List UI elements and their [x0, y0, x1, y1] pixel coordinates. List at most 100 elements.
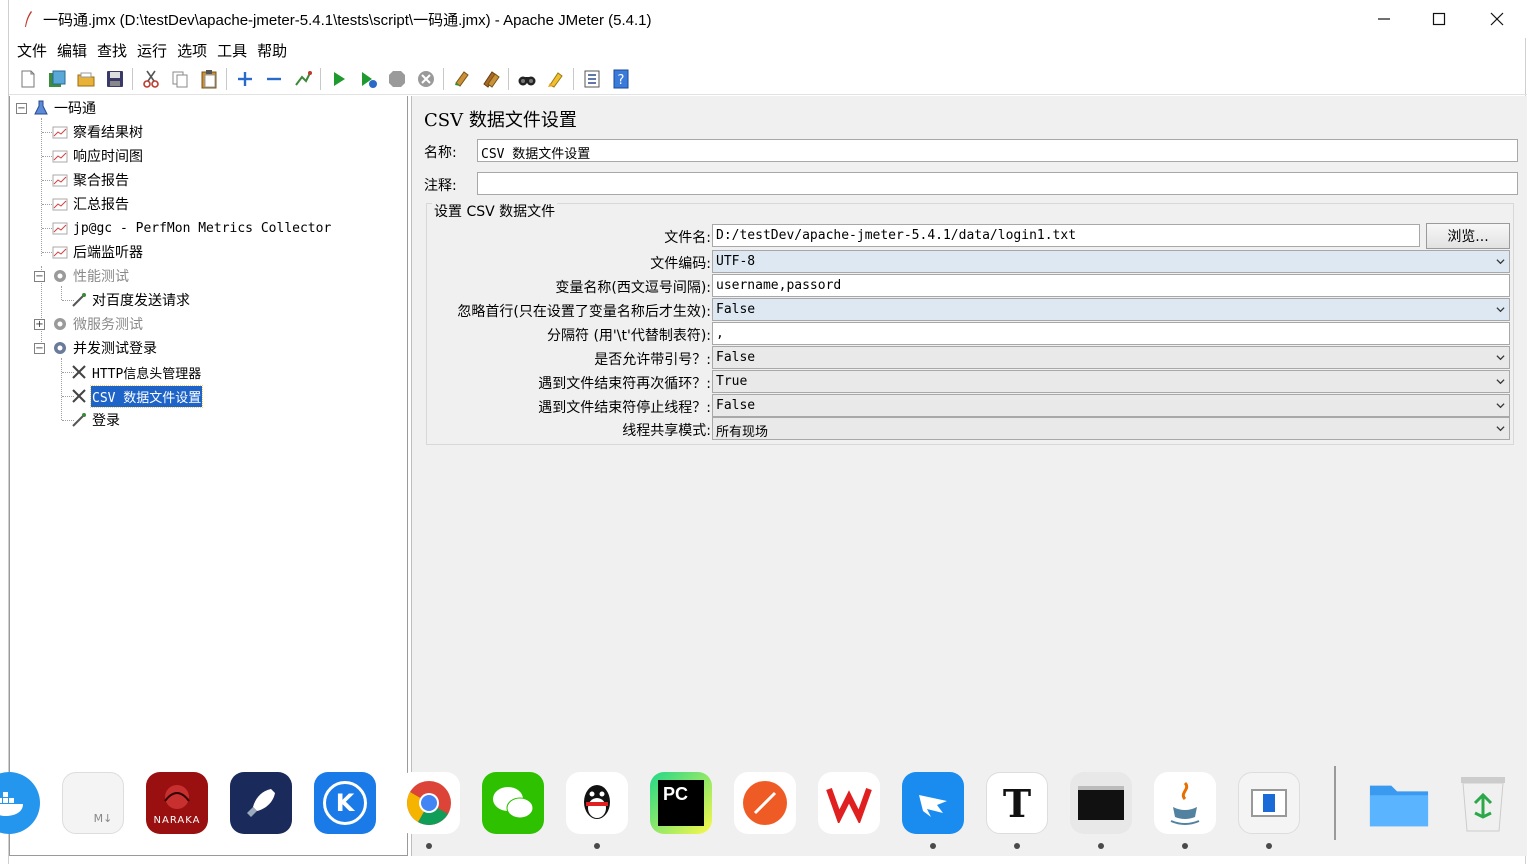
tree-node-sampler[interactable]: 登录: [70, 409, 121, 431]
tree-node-listener[interactable]: 聚合报告: [51, 169, 130, 191]
menu-run[interactable]: 运行: [132, 40, 172, 61]
browse-button[interactable]: 浏览...: [1426, 223, 1510, 249]
wrench-icon: [70, 363, 88, 381]
markdown-file-icon[interactable]: M↓: [62, 772, 124, 834]
java-icon[interactable]: [1154, 772, 1216, 834]
tree-node-listener[interactable]: 汇总报告: [51, 193, 130, 215]
start-no-pause-icon[interactable]: [353, 66, 382, 92]
wechat-icon[interactable]: [482, 772, 544, 834]
cut-icon[interactable]: [136, 66, 165, 92]
collapse-icon[interactable]: [259, 66, 288, 92]
tree-connector: [61, 358, 62, 420]
dingtalk-icon[interactable]: [902, 772, 964, 834]
tree-node-thread-group[interactable]: 并发测试登录: [51, 337, 158, 359]
filename-field[interactable]: D:/testDev/apache-jmeter-5.4.1/data/logi…: [712, 224, 1420, 247]
variable-names-field[interactable]: username,passord: [712, 274, 1510, 297]
tree-connector: [41, 118, 42, 256]
recycle-bin-icon[interactable]: [1452, 772, 1514, 834]
pycharm-icon[interactable]: PC: [650, 772, 712, 834]
start-icon[interactable]: [324, 66, 353, 92]
expand-icon[interactable]: [230, 66, 259, 92]
panel-title: CSV 数据文件设置: [424, 110, 577, 131]
csv-group-title: 设置 CSV 数据文件: [432, 201, 558, 221]
stop-icon[interactable]: [382, 66, 411, 92]
sharing-mode-combo[interactable]: 所有现场: [712, 417, 1510, 440]
minimize-icon[interactable]: [1355, 0, 1413, 38]
wrench-icon: [70, 387, 88, 405]
postman-icon[interactable]: [734, 772, 796, 834]
maximize-icon[interactable]: [1410, 0, 1468, 38]
search-icon[interactable]: [512, 66, 541, 92]
templates-icon[interactable]: [42, 66, 71, 92]
delimiter-field[interactable]: ,: [712, 322, 1510, 345]
toggle-icon[interactable]: [288, 66, 317, 92]
collapse-toggle[interactable]: −: [16, 103, 27, 114]
clear-icon[interactable]: [447, 66, 476, 92]
tree-node-thread-group[interactable]: 微服务测试: [51, 313, 144, 335]
menu-tools[interactable]: 工具: [212, 40, 252, 61]
tree-node-root[interactable]: 一码通: [32, 97, 97, 119]
tree-node-label: HTTP信息头管理器: [92, 366, 202, 382]
reset-search-icon[interactable]: [541, 66, 570, 92]
open-icon[interactable]: [71, 66, 100, 92]
jmeter-feather-icon: [21, 10, 35, 28]
help-icon[interactable]: ?: [606, 66, 635, 92]
menu-file[interactable]: 文件: [12, 40, 52, 61]
tree-node-listener[interactable]: 后端监听器: [51, 241, 144, 263]
tree-node-label: 察看结果树: [73, 125, 143, 141]
shutdown-icon[interactable]: [411, 66, 440, 92]
window-app-icon[interactable]: [1238, 772, 1300, 834]
docker-icon[interactable]: [0, 772, 40, 834]
copy-icon[interactable]: [165, 66, 194, 92]
tree-node-listener[interactable]: jp@gc - PerfMon Metrics Collector: [51, 217, 332, 239]
test-plan-tree: − 一码通 察看结果树 响应时间图 聚合报告 汇总报告 jp@gc - Perf…: [9, 96, 408, 856]
terminal-icon[interactable]: [1070, 772, 1132, 834]
ignore-first-line-label: 忽略首行(只在设置了变量名称后才生效):: [457, 304, 711, 320]
menu-options[interactable]: 选项: [172, 40, 212, 61]
recycle-eof-combo[interactable]: True: [712, 370, 1510, 393]
dock-separator: [1334, 766, 1336, 840]
tree-node-config[interactable]: HTTP信息头管理器: [70, 361, 202, 383]
tree-node-thread-group[interactable]: 性能测试: [51, 265, 130, 287]
tree-node-listener[interactable]: 察看结果树: [51, 121, 144, 143]
ignore-first-line-value: False: [716, 302, 756, 317]
flask-icon: [32, 99, 50, 117]
chevron-down-icon: [1496, 426, 1505, 432]
collapse-toggle[interactable]: −: [34, 343, 45, 354]
tree-node-config-selected[interactable]: CSV 数据文件设置: [70, 384, 204, 408]
chevron-down-icon: [1496, 307, 1505, 313]
typora-icon[interactable]: T: [986, 772, 1048, 834]
chevron-down-icon: [1496, 379, 1505, 385]
menu-edit[interactable]: 编辑: [52, 40, 92, 61]
naraka-icon[interactable]: NARAKA: [146, 772, 208, 834]
paste-icon[interactable]: [194, 66, 223, 92]
chrome-icon[interactable]: [398, 772, 460, 834]
pipette-icon: [70, 291, 88, 309]
encoding-combo[interactable]: UTF-8: [712, 250, 1510, 273]
collapse-toggle[interactable]: −: [34, 271, 45, 282]
running-indicator: [1266, 843, 1272, 849]
ignore-first-line-combo[interactable]: False: [712, 298, 1510, 321]
close-icon[interactable]: [1468, 0, 1526, 38]
new-icon[interactable]: [13, 66, 42, 92]
allow-quoted-combo[interactable]: False: [712, 346, 1510, 369]
menu-search[interactable]: 查找: [92, 40, 132, 61]
save-icon[interactable]: [100, 66, 129, 92]
name-field[interactable]: CSV 数据文件设置: [477, 139, 1518, 162]
tree-node-listener[interactable]: 响应时间图: [51, 145, 144, 167]
expand-toggle[interactable]: +: [34, 319, 45, 330]
wps-icon[interactable]: [818, 772, 880, 834]
tree-node-sampler[interactable]: 对百度发送请求: [70, 289, 191, 311]
stop-thread-eof-combo[interactable]: False: [712, 394, 1510, 417]
tree-connector: [61, 286, 62, 300]
running-indicator: [1098, 843, 1104, 849]
k-app-icon[interactable]: K: [314, 772, 376, 834]
folder-icon[interactable]: [1368, 772, 1430, 834]
comment-label: 注释:: [424, 178, 457, 194]
function-helper-icon[interactable]: [577, 66, 606, 92]
qq-icon[interactable]: [566, 772, 628, 834]
clear-all-icon[interactable]: [476, 66, 505, 92]
menu-help[interactable]: 帮助: [252, 40, 292, 61]
rocket-app-icon[interactable]: [230, 772, 292, 834]
comment-field[interactable]: [477, 172, 1518, 195]
